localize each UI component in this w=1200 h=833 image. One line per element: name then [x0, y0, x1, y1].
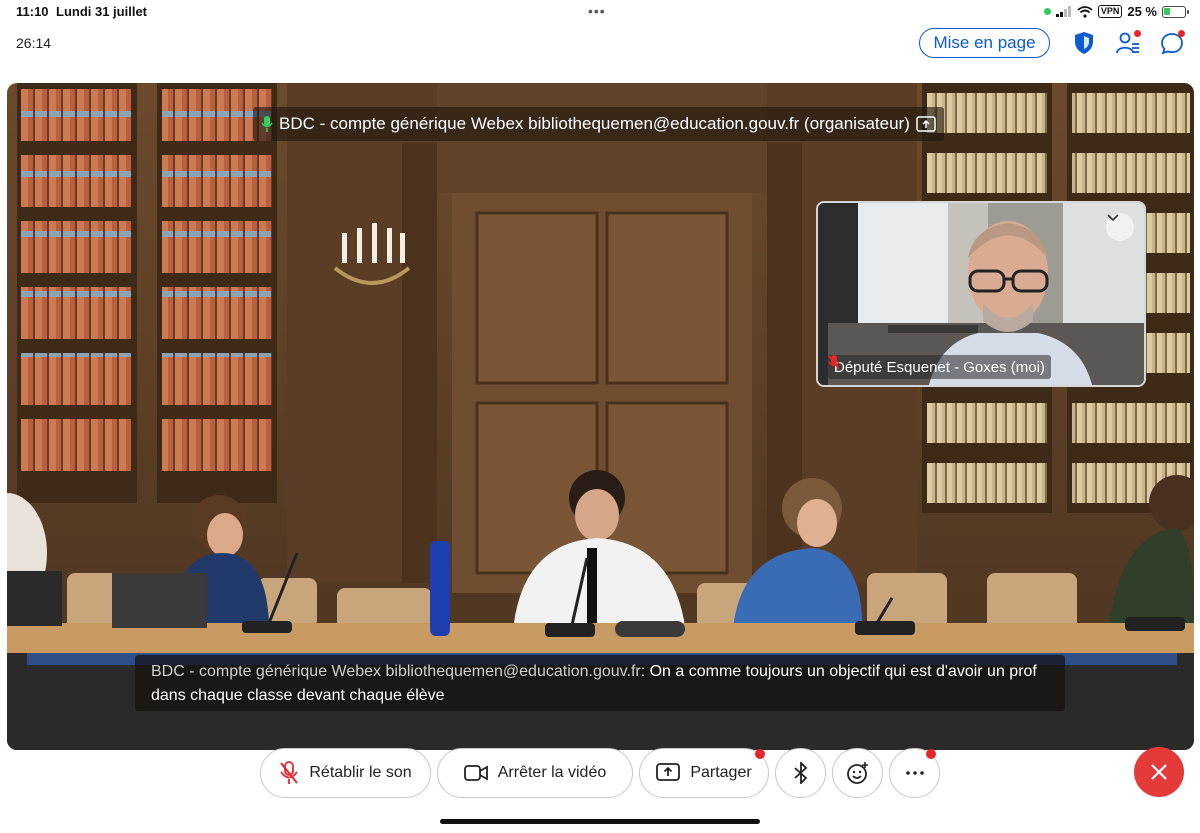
security-shield-icon[interactable]: [1070, 29, 1098, 57]
bluetooth-button[interactable]: [775, 748, 826, 798]
unmute-label: Rétablir le son: [309, 764, 412, 781]
stop-video-button[interactable]: Arrêter la vidéo: [437, 748, 633, 798]
meeting-timer: 26:14: [16, 35, 52, 51]
main-video[interactable]: BDC - compte générique Webex bibliothequ…: [7, 83, 1194, 750]
self-name: Député Esquenet - Goxes (moi): [834, 358, 1045, 376]
share-label: Partager: [690, 764, 752, 781]
bluetooth-icon: [793, 762, 807, 784]
reactions-button[interactable]: [832, 748, 883, 798]
participants-icon[interactable]: [1114, 29, 1142, 57]
share-screen-icon: [656, 763, 681, 781]
self-view-label: Député Esquenet - Goxes (moi): [828, 355, 1051, 379]
notification-dot: [926, 749, 936, 759]
battery-percent: 25 %: [1127, 4, 1157, 19]
signal-icon: [1055, 6, 1071, 17]
notification-dot: [1178, 30, 1185, 37]
chevron-down-icon[interactable]: [1106, 213, 1134, 241]
emoji-add-icon: [846, 762, 868, 784]
battery-icon: [1162, 5, 1189, 18]
wifi-icon: [1077, 5, 1093, 18]
speaker-name: BDC - compte générique Webex bibliothequ…: [279, 114, 910, 133]
share-button[interactable]: Partager: [639, 748, 769, 798]
microphone-muted-icon: [828, 355, 840, 370]
more-icon: [905, 771, 924, 775]
vpn-badge: VPN: [1097, 5, 1123, 18]
closed-caption: BDC - compte générique Webex bibliothequ…: [135, 655, 1065, 711]
self-view-video[interactable]: Député Esquenet - Goxes (moi): [816, 201, 1146, 387]
stop-video-label: Arrêter la vidéo: [497, 764, 607, 781]
sharing-indicator-icon: [916, 116, 936, 132]
microphone-muted-icon: [280, 761, 299, 784]
date: Lundi 31 juillet: [56, 4, 148, 19]
microphone-on-icon: [261, 116, 273, 132]
meeting-room-video: [7, 83, 1194, 750]
active-speaker-label: BDC - compte générique Webex bibliothequ…: [253, 107, 944, 141]
multitasking-dots-icon[interactable]: •••: [588, 3, 606, 19]
more-options-button[interactable]: [889, 748, 940, 798]
layout-button[interactable]: Mise en page: [919, 28, 1050, 58]
caption-speaker: BDC - compte générique Webex bibliothequ…: [151, 663, 646, 680]
chat-icon[interactable]: [1158, 29, 1186, 57]
unmute-button[interactable]: Rétablir le son: [260, 748, 431, 798]
close-icon: [1151, 764, 1167, 780]
camera-in-use-icon: [1043, 8, 1051, 15]
status-indicators: VPN 25 %: [1043, 4, 1189, 19]
home-indicator[interactable]: [440, 819, 760, 824]
notification-dot: [755, 749, 765, 759]
notification-dot: [1134, 30, 1141, 37]
leave-meeting-button[interactable]: [1134, 747, 1184, 797]
status-bar: 11:10 Lundi 31 juillet ••• VPN 25 %: [0, 0, 1200, 26]
clock: 11:10: [16, 4, 49, 19]
video-camera-icon: [463, 765, 488, 781]
